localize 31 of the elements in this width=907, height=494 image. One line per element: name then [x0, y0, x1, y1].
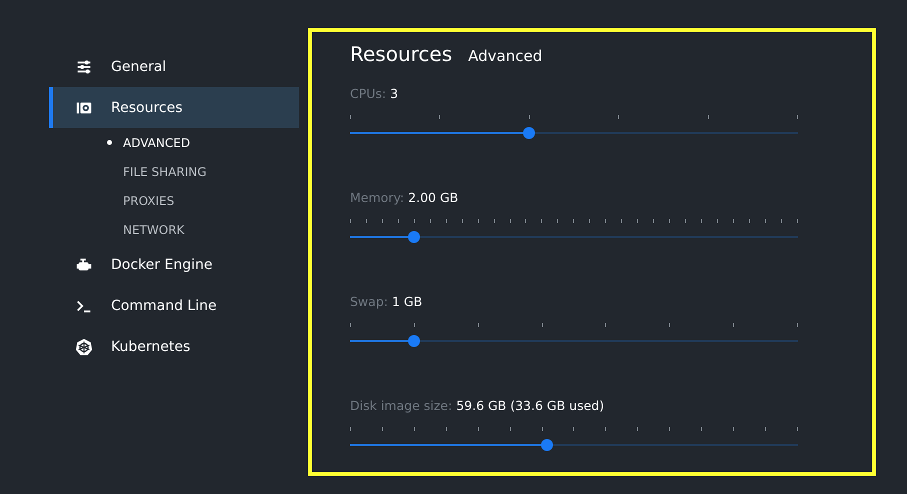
setting-label: Swap: [350, 294, 388, 309]
nav-item[interactable]: General [49, 46, 299, 87]
nav-item[interactable]: Kubernetes [49, 326, 299, 367]
setting-value: 2.00 GB [408, 190, 458, 205]
slider-thumb[interactable] [408, 335, 420, 347]
slider-thumb[interactable] [523, 127, 536, 139]
setting-label: Memory: [350, 190, 404, 205]
panel-title: Resources [350, 42, 452, 66]
slider[interactable] [350, 335, 798, 347]
panel-subtitle: Advanced [468, 47, 542, 65]
slider[interactable] [350, 127, 798, 139]
slider[interactable] [350, 439, 798, 451]
nav-item[interactable]: Resources [49, 87, 299, 128]
helm-icon [75, 338, 93, 356]
nav-item[interactable]: Docker Engine [49, 244, 299, 285]
engine-icon [75, 256, 93, 274]
setting-value: 59.6 GB (33.6 GB used) [456, 398, 604, 413]
setting-value: 1 GB [392, 294, 422, 309]
subnav-item[interactable]: NETWORK [49, 215, 299, 244]
setting-label: Disk image size: [350, 398, 452, 413]
subnav-item[interactable]: PROXIES [49, 186, 299, 215]
bullet-icon [107, 140, 112, 145]
setting-label: CPUs: [350, 86, 386, 101]
subnav-item[interactable]: ADVANCED [49, 128, 299, 157]
sliders-icon [75, 58, 93, 76]
setting-value: 3 [390, 86, 398, 101]
slider[interactable] [350, 231, 798, 243]
subnav-item[interactable]: FILE SHARING [49, 157, 299, 186]
slider-thumb[interactable] [541, 439, 554, 451]
nav-item[interactable]: Command Line [49, 285, 299, 326]
slider-thumb[interactable] [408, 231, 420, 243]
